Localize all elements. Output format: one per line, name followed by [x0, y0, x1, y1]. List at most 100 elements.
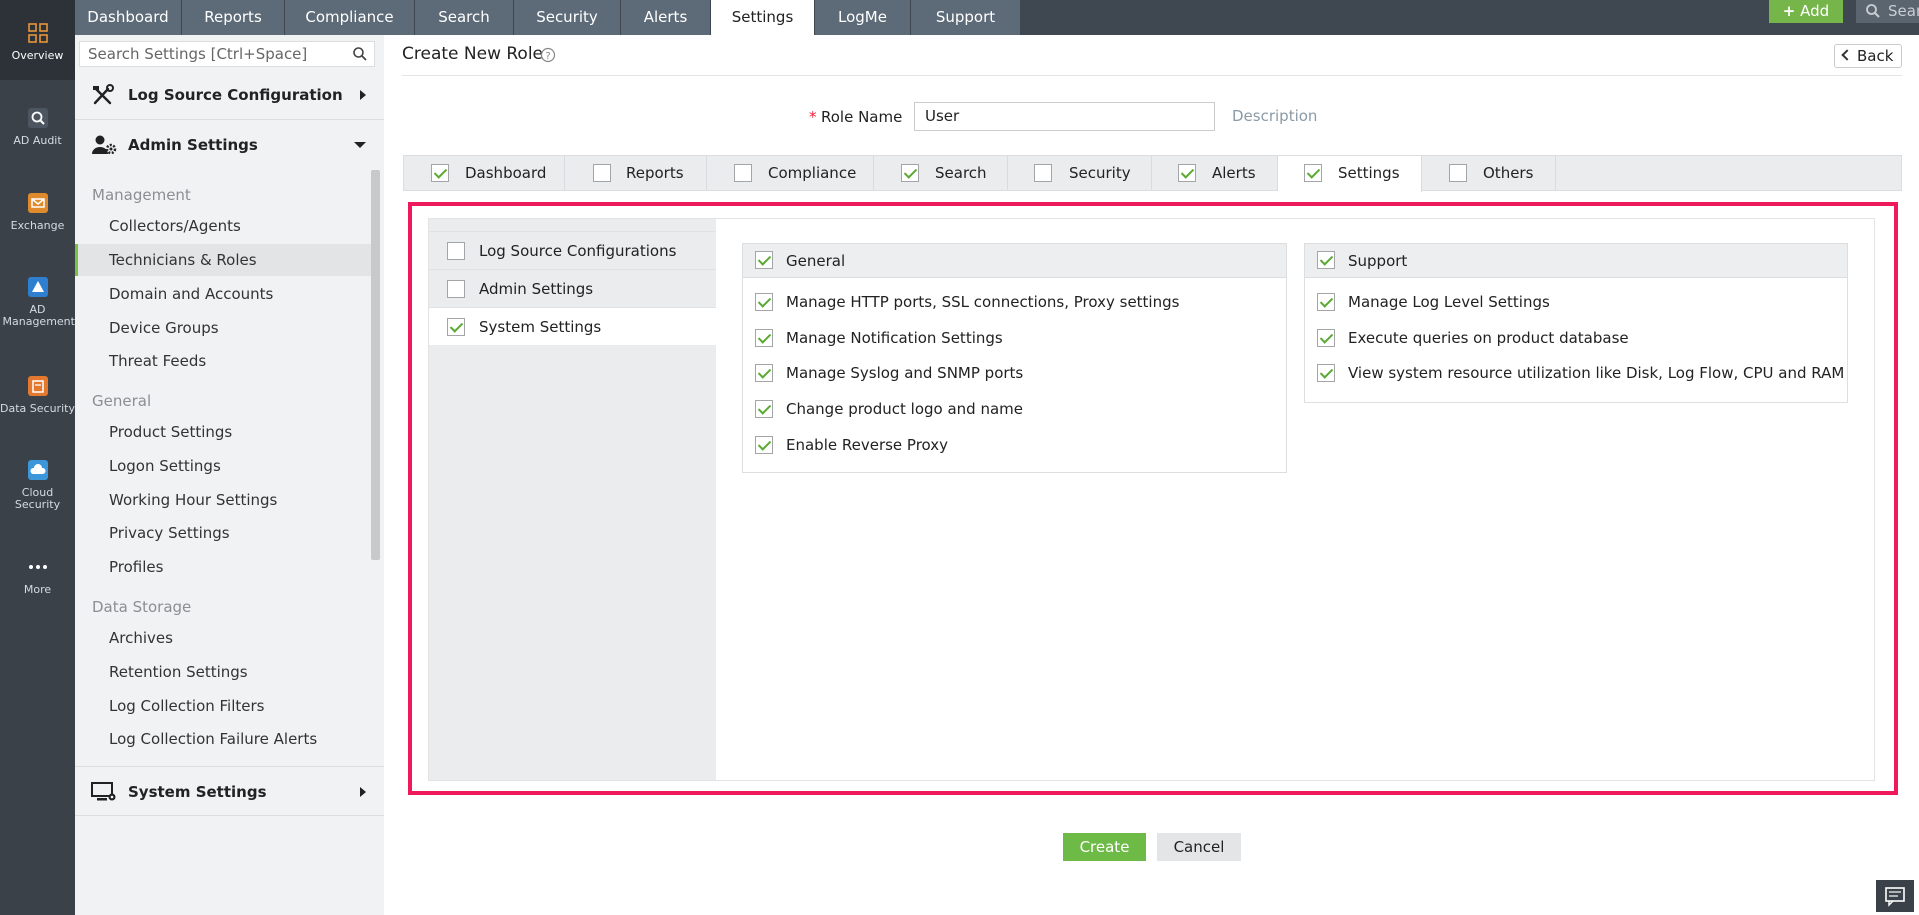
section-title: System Settings	[128, 783, 267, 801]
chevron-right-icon	[360, 787, 366, 797]
rail-ad-audit[interactable]: AD Audit	[0, 107, 75, 147]
checkbox[interactable]	[593, 164, 611, 182]
checkbox[interactable]	[1317, 251, 1335, 269]
checkbox[interactable]	[755, 293, 773, 311]
checkbox[interactable]	[447, 318, 465, 336]
checkbox[interactable]	[755, 436, 773, 454]
help-icon[interactable]: ?	[540, 47, 556, 63]
settings-search-input[interactable]: Search Settings [Ctrl+Space]	[79, 41, 375, 67]
tab-alerts[interactable]: Alerts	[621, 0, 711, 35]
sidebar-item-threat-feeds[interactable]: Threat Feeds	[75, 345, 375, 377]
sidebar-item-logon-settings[interactable]: Logon Settings	[75, 450, 375, 482]
chat-button[interactable]	[1876, 880, 1914, 912]
rail-ad-management[interactable]: AD Management	[0, 276, 75, 328]
rail-data-security[interactable]: Data Security	[0, 375, 75, 415]
checkbox[interactable]	[447, 280, 465, 298]
sidebar-item-profiles[interactable]: Profiles	[75, 551, 375, 583]
module-tab-label: Alerts	[1212, 164, 1256, 182]
module-tab-label: Search	[935, 164, 987, 182]
tab-security[interactable]: Security	[514, 0, 621, 35]
tab-reports[interactable]: Reports	[182, 0, 285, 35]
subnav-admin-settings[interactable]: Admin Settings	[429, 269, 716, 307]
tab-search[interactable]: Search	[415, 0, 514, 35]
checkbox[interactable]	[1304, 164, 1322, 182]
add-button[interactable]: + Add	[1769, 0, 1843, 23]
subnav-system-settings[interactable]: System Settings	[429, 307, 716, 345]
checkbox[interactable]	[1317, 329, 1335, 347]
back-button[interactable]: Back	[1834, 44, 1902, 68]
chevron-down-icon	[354, 142, 366, 148]
sidebar-item-device-groups[interactable]: Device Groups	[75, 312, 375, 344]
tab-settings[interactable]: Settings	[711, 0, 815, 35]
module-tab-settings[interactable]: Settings	[1278, 156, 1422, 192]
description-link[interactable]: Description	[1232, 107, 1317, 125]
module-tab-dashboard[interactable]: Dashboard	[404, 156, 565, 190]
checkbox[interactable]	[755, 251, 773, 269]
module-tab-reports[interactable]: Reports	[565, 156, 707, 190]
permission-row[interactable]: Manage Log Level Settings	[1305, 287, 1847, 317]
grid-icon	[27, 23, 48, 43]
module-tab-others[interactable]: Others	[1422, 156, 1556, 190]
sidebar-item-log-collection-failure-alerts[interactable]: Log Collection Failure Alerts	[75, 723, 375, 755]
tab-compliance[interactable]: Compliance	[285, 0, 415, 35]
checkbox[interactable]	[1178, 164, 1196, 182]
sidebar-item-privacy-settings[interactable]: Privacy Settings	[75, 517, 375, 549]
sidebar-item-working-hour-settings[interactable]: Working Hour Settings	[75, 484, 375, 516]
group-label-general: General	[92, 392, 152, 410]
checkbox[interactable]	[755, 364, 773, 382]
checkbox[interactable]	[734, 164, 752, 182]
card-header[interactable]: General	[743, 244, 1286, 278]
sidebar-item-retention-settings[interactable]: Retention Settings	[75, 656, 375, 688]
rail-cloud-security[interactable]: Cloud Security	[0, 459, 75, 511]
sidebar-item-domain-accounts[interactable]: Domain and Accounts	[75, 278, 375, 310]
permission-row[interactable]: View system resource utilization like Di…	[1305, 358, 1847, 388]
permission-row[interactable]: Change product logo and name	[743, 394, 1286, 424]
checkbox[interactable]	[447, 242, 465, 260]
tab-logme[interactable]: LogMe	[815, 0, 911, 35]
module-tab-search[interactable]: Search	[874, 156, 1008, 190]
chevron-right-icon	[360, 90, 366, 100]
card-header[interactable]: Support	[1305, 244, 1847, 278]
permission-row[interactable]: Enable Reverse Proxy	[743, 430, 1286, 460]
checkbox[interactable]	[1317, 364, 1335, 382]
subnav-log-source-configurations[interactable]: Log Source Configurations	[429, 231, 716, 269]
sidebar-item-archives[interactable]: Archives	[75, 622, 375, 654]
sidebar-item-collectors-agents[interactable]: Collectors/Agents	[75, 210, 375, 242]
create-button[interactable]: Create	[1063, 833, 1146, 861]
checkbox[interactable]	[901, 164, 919, 182]
checkbox[interactable]	[755, 329, 773, 347]
checkbox[interactable]	[431, 164, 449, 182]
sidebar-item-technicians-roles[interactable]: Technicians & Roles	[75, 244, 375, 276]
module-tab-security[interactable]: Security	[1008, 156, 1152, 190]
rail-overview[interactable]: Overview	[0, 0, 75, 80]
module-tab-compliance[interactable]: Compliance	[707, 156, 874, 190]
cancel-button[interactable]: Cancel	[1157, 833, 1241, 861]
permission-row[interactable]: Manage Syslog and SNMP ports	[743, 358, 1286, 388]
group-label-management: Management	[92, 186, 191, 204]
checkbox[interactable]	[1449, 164, 1467, 182]
module-tab-label: Dashboard	[465, 164, 547, 182]
section-admin-settings[interactable]: Admin Settings	[75, 120, 384, 170]
checkbox[interactable]	[1034, 164, 1052, 182]
sidebar-item-product-settings[interactable]: Product Settings	[75, 416, 375, 448]
module-tab-alerts[interactable]: Alerts	[1152, 156, 1278, 190]
monitor-gear-icon	[91, 782, 116, 801]
global-search-input[interactable]: Search	[1856, 0, 1919, 23]
rail-exchange[interactable]: Exchange	[0, 192, 75, 232]
checkbox[interactable]	[1317, 293, 1335, 311]
permission-row[interactable]: Manage HTTP ports, SSL connections, Prox…	[743, 287, 1286, 317]
section-log-source-configuration[interactable]: Log Source Configuration	[75, 70, 384, 120]
module-tab-label: Others	[1483, 164, 1534, 182]
role-name-input[interactable]: User	[914, 102, 1215, 131]
checkbox[interactable]	[755, 400, 773, 418]
permission-row[interactable]: Execute queries on product database	[1305, 323, 1847, 353]
tab-support[interactable]: Support	[911, 0, 1021, 35]
divider	[402, 75, 1902, 76]
search-icon	[353, 47, 367, 61]
sidebar-scrollbar[interactable]	[371, 170, 380, 560]
rail-more[interactable]: More	[0, 556, 75, 596]
tab-dashboard[interactable]: Dashboard	[75, 0, 182, 35]
section-system-settings[interactable]: System Settings	[75, 766, 384, 816]
permission-row[interactable]: Manage Notification Settings	[743, 323, 1286, 353]
sidebar-item-log-collection-filters[interactable]: Log Collection Filters	[75, 690, 375, 722]
